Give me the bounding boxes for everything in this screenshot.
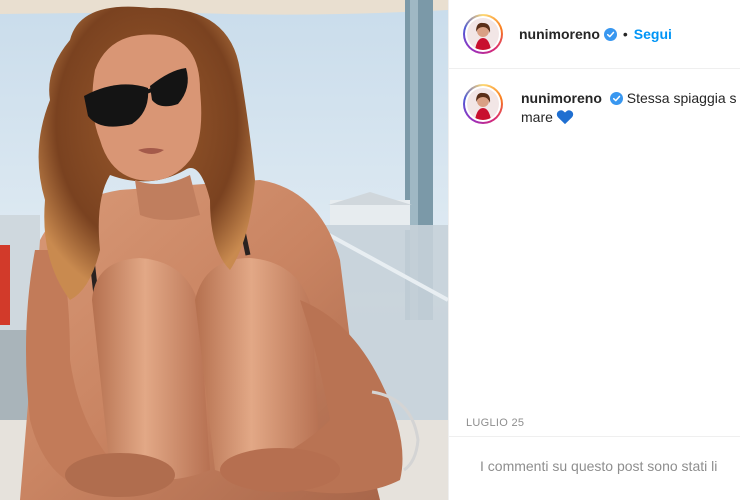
beach-selfie-image	[0, 0, 448, 500]
caption-line1: Stessa spiaggia s	[626, 90, 737, 106]
caption-line2: mare	[521, 109, 553, 125]
comments-area: I commenti su questo post sono stati li	[449, 436, 740, 500]
follow-button[interactable]: Segui	[634, 26, 672, 42]
post-date[interactable]: LUGLIO 25	[466, 417, 524, 429]
caption-username[interactable]: nunimoreno	[521, 90, 602, 106]
post-sidebar: nunimoreno • Segui nunimoreno Stessa spiag…	[448, 0, 740, 500]
caption-avatar-inner	[465, 86, 501, 122]
profile-photo-icon	[467, 18, 499, 50]
post-header: nunimoreno • Segui	[449, 0, 740, 69]
verified-badge-icon	[603, 28, 617, 41]
caption-line2-wrap: mare	[521, 108, 740, 127]
header-separator: •	[622, 26, 628, 42]
caption-text: nunimoreno Stessa spiaggia s mare	[521, 89, 740, 127]
header-username[interactable]: nunimoreno	[519, 26, 600, 42]
blue-heart-icon	[556, 110, 574, 125]
avatar-inner	[465, 16, 501, 52]
avatar[interactable]	[463, 14, 503, 54]
comments-disabled-text: I commenti su questo post sono stati li	[480, 458, 718, 474]
header-name-line: nunimoreno • Segui	[519, 26, 672, 42]
post-photo[interactable]	[0, 0, 448, 500]
profile-photo-icon	[467, 88, 499, 120]
verified-badge-icon	[609, 92, 623, 105]
caption-avatar[interactable]	[463, 84, 503, 124]
